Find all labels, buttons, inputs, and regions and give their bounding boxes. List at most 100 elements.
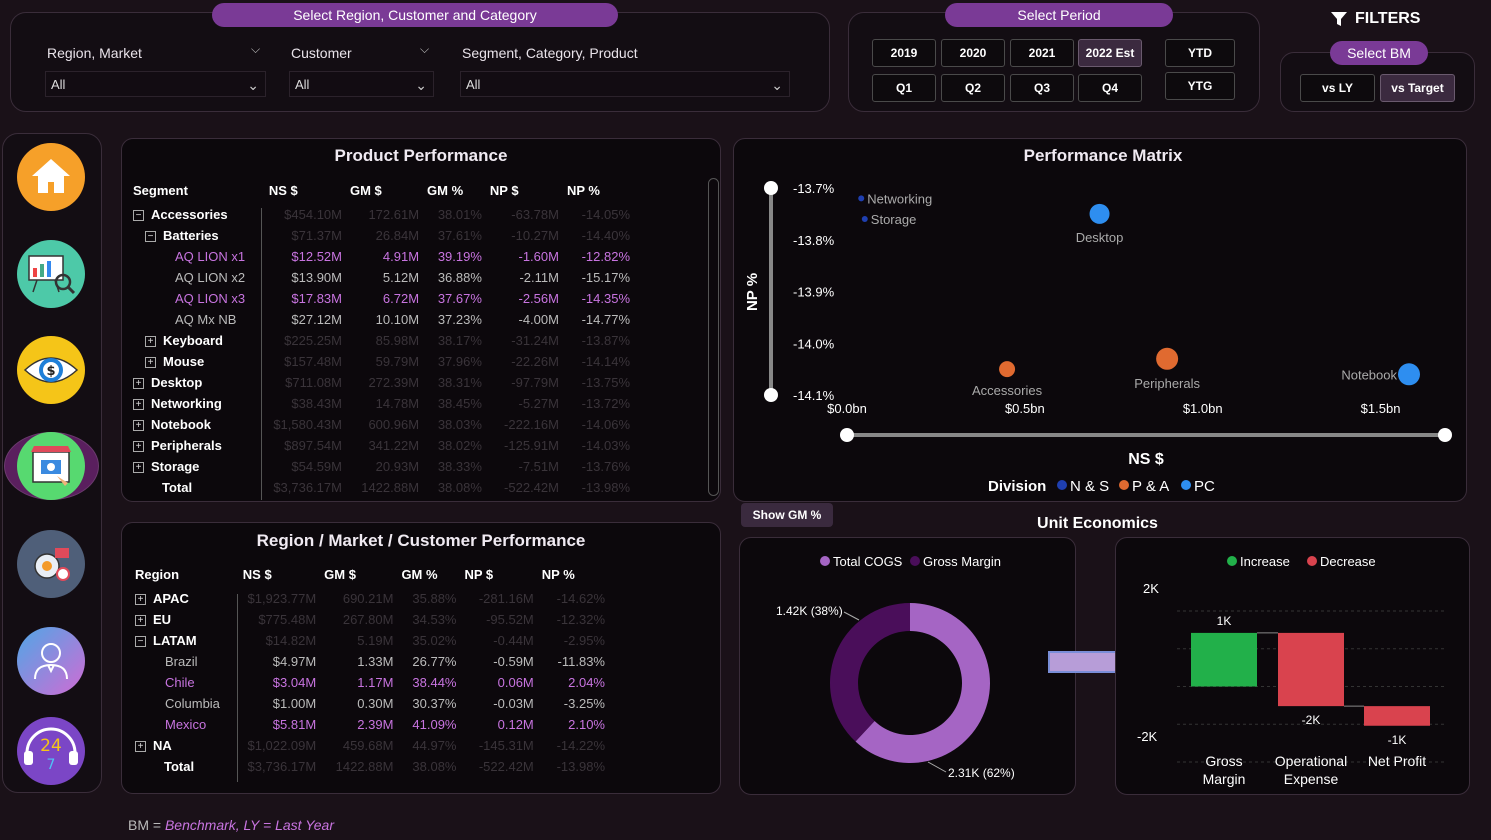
- table-scrollbar[interactable]: [708, 178, 719, 496]
- expand-icon[interactable]: +: [145, 336, 156, 348]
- vs-target-button[interactable]: vs Target: [1380, 74, 1455, 102]
- slider-handle[interactable]: [1438, 428, 1452, 442]
- year-2022-est-button[interactable]: 2022 Est: [1078, 39, 1142, 67]
- table-row[interactable]: AQ LION x1 $12.52M 4.91M 39.19% -1.60M -12.82…: [129, 246, 634, 267]
- column-header-region[interactable]: Region: [131, 560, 239, 588]
- table-row[interactable]: + Storage $54.59M 20.93M 38.33% -7.51M -13.76%: [129, 456, 634, 477]
- legend-label[interactable]: N & S: [1070, 478, 1109, 495]
- value-cell: -12.32%: [556, 612, 605, 627]
- expand-icon[interactable]: +: [133, 420, 144, 432]
- table-row[interactable]: + Desktop $711.08M 272.39M 38.31% -97.79M -13.…: [129, 372, 634, 393]
- table-row[interactable]: AQ LION x3 $17.83M 6.72M 37.67% -2.56M -14.35…: [129, 288, 634, 309]
- region-dropdown[interactable]: All ⌄: [45, 71, 266, 97]
- column-header-ns[interactable]: NS $: [239, 560, 320, 588]
- column-header-gm[interactable]: GM $: [346, 176, 423, 204]
- donut-slice[interactable]: [830, 603, 910, 742]
- marketing-nav-button[interactable]: [17, 432, 85, 500]
- table-row[interactable]: AQ Mx NB $27.12M 10.10M 37.23% -4.00M -14.77%: [129, 309, 634, 330]
- collapse-icon[interactable]: −: [133, 210, 144, 222]
- table-row[interactable]: + Notebook $1,580.43M 600.96M 38.03% -222.16M…: [129, 414, 634, 435]
- legend-label[interactable]: PC: [1194, 478, 1215, 495]
- collapse-icon[interactable]: −: [145, 231, 156, 243]
- table-row[interactable]: + NA $1,022.09M 459.68M 44.97% -145.31M -14.22…: [131, 735, 609, 756]
- expand-icon[interactable]: +: [133, 399, 144, 411]
- legend-label[interactable]: Total COGS: [833, 554, 903, 569]
- table-row[interactable]: + APAC $1,923.77M 690.21M 35.88% -281.16M -14.…: [131, 588, 609, 609]
- table-row[interactable]: Mexico $5.81M 2.39M 41.09% 0.12M 2.10%: [131, 714, 609, 735]
- q4-button[interactable]: Q4: [1078, 74, 1142, 102]
- table-row[interactable]: Chile $3.04M 1.17M 38.44% 0.06M 2.04%: [131, 672, 609, 693]
- column-header-np-pct[interactable]: NP %: [538, 560, 609, 588]
- expand-icon[interactable]: +: [135, 615, 146, 627]
- table-row[interactable]: − Accessories $454.10M 172.61M 38.01% -63.78M…: [129, 204, 634, 225]
- value-cell: -13.76%: [581, 459, 630, 474]
- table-row[interactable]: − Batteries $71.37M 26.84M 37.61% -10.27M -14.…: [129, 225, 634, 246]
- value-cell: 37.96%: [437, 354, 482, 369]
- waterfall-bar[interactable]: [1364, 706, 1430, 726]
- scatter-point[interactable]: [858, 195, 865, 202]
- support-24-7-icon: 24 7: [24, 727, 78, 773]
- table-row[interactable]: − LATAM $14.82M 5.19M 35.02% -0.44M -2.95%: [131, 630, 609, 651]
- table-row[interactable]: AQ LION x2 $13.90M 5.12M 36.88% -2.11M -15.17…: [129, 267, 634, 288]
- column-header-ns[interactable]: NS $: [265, 176, 346, 204]
- q3-button[interactable]: Q3: [1010, 74, 1074, 102]
- y-tick-label: -14.0%: [793, 336, 835, 351]
- column-header-np[interactable]: NP $: [486, 176, 563, 204]
- support-nav-button[interactable]: 24 7: [17, 717, 85, 785]
- scatter-point[interactable]: [1398, 363, 1420, 386]
- ytg-button[interactable]: YTG: [1165, 72, 1235, 100]
- legend-label[interactable]: Increase: [1240, 554, 1290, 569]
- column-header-gm-pct[interactable]: GM %: [397, 560, 460, 588]
- show-gm-pct-button[interactable]: Show GM %: [741, 503, 833, 527]
- legend-label[interactable]: Decrease: [1320, 554, 1376, 569]
- table-row[interactable]: Columbia $1.00M 0.30M 30.37% -0.03M -3.25%: [131, 693, 609, 714]
- table-row[interactable]: + Keyboard $225.25M 85.98M 38.17% -31.24M -13.…: [129, 330, 634, 351]
- slider-handle[interactable]: [764, 388, 778, 402]
- row-label: AQ Mx NB: [175, 312, 237, 327]
- home-nav-button[interactable]: [17, 143, 85, 211]
- segment-dropdown[interactable]: All ⌄: [460, 71, 790, 97]
- executive-nav-button[interactable]: [17, 627, 85, 695]
- year-2020-button[interactable]: 2020: [941, 39, 1005, 67]
- table-row[interactable]: + Peripherals $897.54M 341.22M 38.02% -125.91…: [129, 435, 634, 456]
- year-2019-button[interactable]: 2019: [872, 39, 936, 67]
- scatter-point[interactable]: [861, 216, 868, 223]
- column-header-np[interactable]: NP $: [460, 560, 537, 588]
- finance-nav-button[interactable]: $: [17, 336, 85, 404]
- expand-icon[interactable]: +: [133, 441, 144, 453]
- table-row[interactable]: + Mouse $157.48M 59.79M 37.96% -22.26M -14.14%: [129, 351, 634, 372]
- filter-icon[interactable]: [1330, 11, 1348, 27]
- slider-handle[interactable]: [840, 428, 854, 442]
- expand-icon[interactable]: +: [135, 741, 146, 753]
- table-row[interactable]: + Networking $38.43M 14.78M 38.45% -5.27M -13.…: [129, 393, 634, 414]
- customer-dropdown[interactable]: All ⌄: [289, 71, 434, 97]
- q1-button[interactable]: Q1: [872, 74, 936, 102]
- scatter-point[interactable]: [1156, 347, 1179, 370]
- table-row[interactable]: Total $3,736.17M 1422.88M 38.08% -522.42M -13…: [131, 756, 609, 777]
- collapse-icon[interactable]: −: [135, 636, 146, 648]
- column-header-np-pct[interactable]: NP %: [563, 176, 634, 204]
- table-row[interactable]: + EU $775.48M 267.80M 34.53% -95.52M -12.32%: [131, 609, 609, 630]
- column-header-gm-pct[interactable]: GM %: [423, 176, 486, 204]
- q2-button[interactable]: Q2: [941, 74, 1005, 102]
- table-row[interactable]: Total $3,736.17M 1422.88M 38.08% -522.42M -13…: [129, 477, 634, 498]
- slider-handle[interactable]: [764, 181, 778, 195]
- supply-chain-nav-button[interactable]: [17, 530, 85, 598]
- legend-label[interactable]: P & A: [1132, 478, 1169, 495]
- column-header-segment[interactable]: Segment: [129, 176, 265, 204]
- expand-icon[interactable]: +: [135, 594, 146, 606]
- legend-label[interactable]: Gross Margin: [923, 554, 1001, 569]
- table-row[interactable]: Brazil $4.97M 1.33M 26.77% -0.59M -11.83%: [131, 651, 609, 672]
- sales-analytics-nav-button[interactable]: [17, 240, 85, 308]
- scatter-point[interactable]: [999, 361, 1016, 378]
- vs-ly-button[interactable]: vs LY: [1300, 74, 1375, 102]
- expand-icon[interactable]: +: [133, 462, 144, 474]
- expand-icon[interactable]: +: [133, 378, 144, 390]
- scatter-point[interactable]: [1089, 203, 1110, 224]
- expand-icon[interactable]: +: [145, 357, 156, 369]
- ytd-button[interactable]: YTD: [1165, 39, 1235, 67]
- waterfall-bar[interactable]: [1278, 632, 1344, 707]
- column-header-gm[interactable]: GM $: [320, 560, 397, 588]
- year-2021-button[interactable]: 2021: [1010, 39, 1074, 67]
- waterfall-bar[interactable]: [1191, 632, 1257, 687]
